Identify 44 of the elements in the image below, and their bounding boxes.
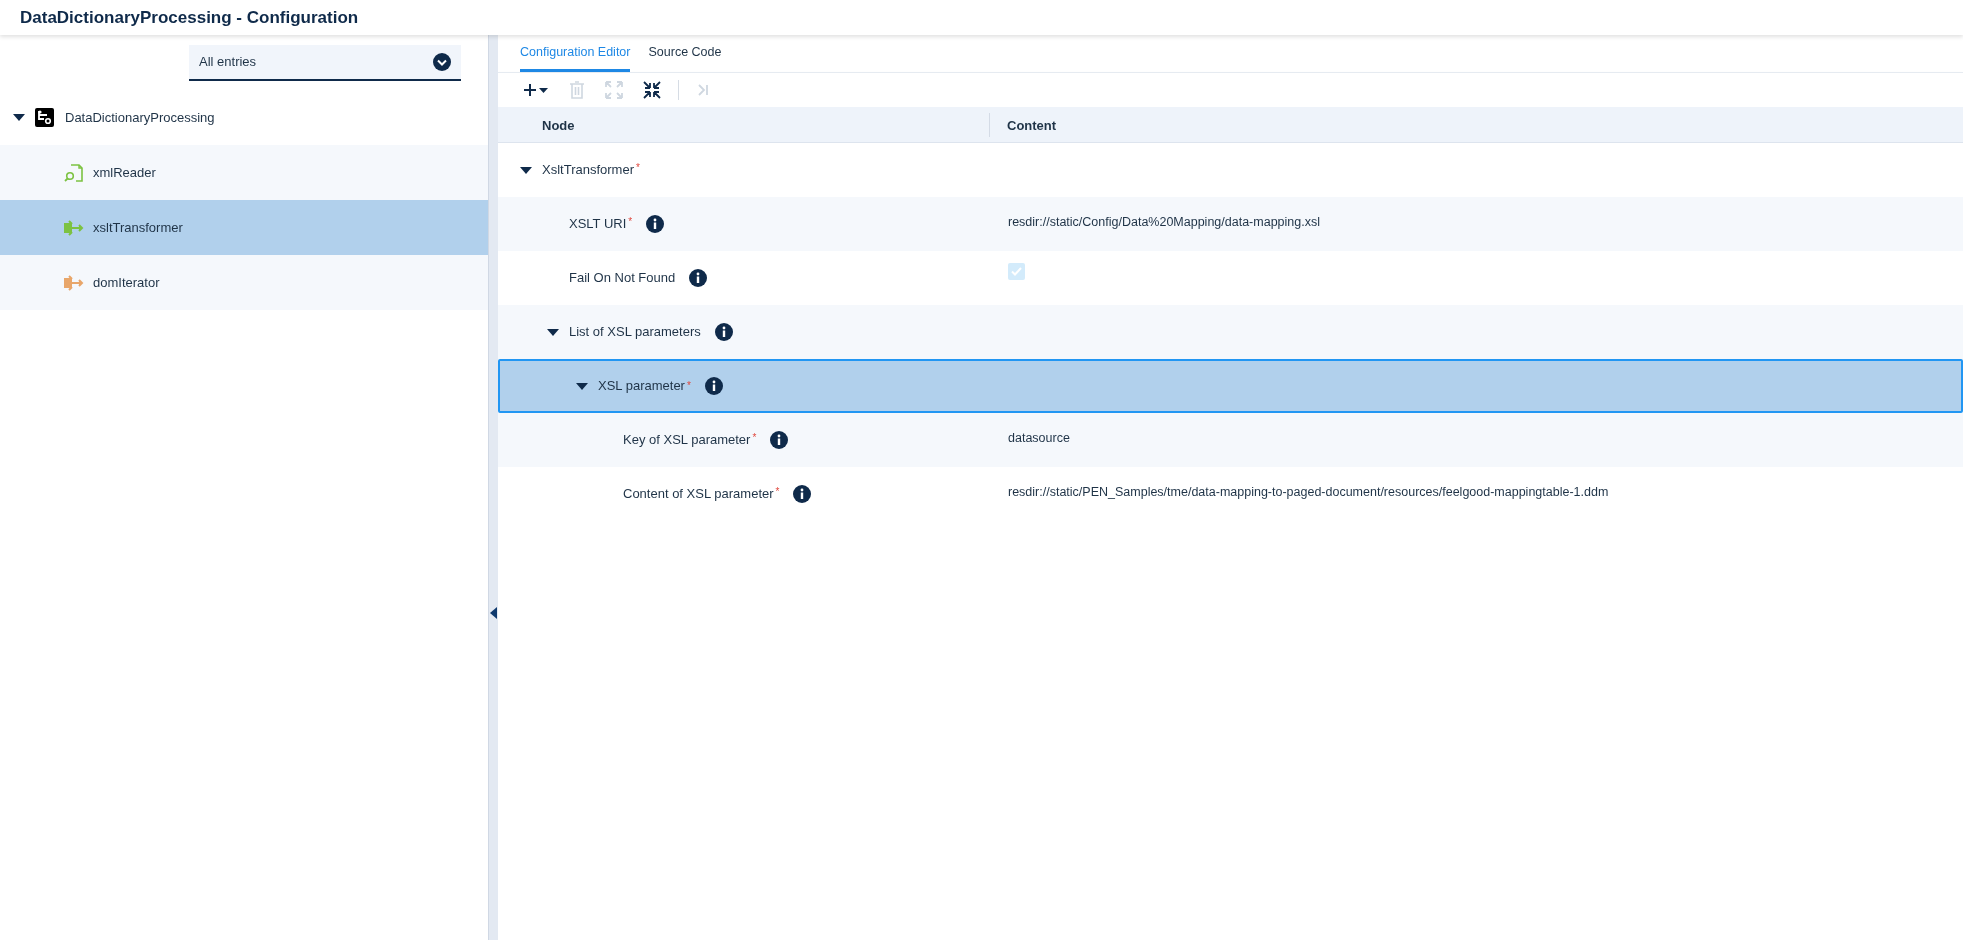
tree-row[interactable]: XSL parameter* (498, 359, 1963, 413)
info-icon[interactable] (704, 377, 723, 395)
split-arrows-icon (64, 217, 84, 238)
window-title: DataDictionaryProcessing - Configuration (20, 6, 359, 29)
column-header: Content (1007, 117, 1057, 133)
info-icon[interactable] (689, 269, 708, 287)
field-value[interactable]: resdir://static/PEN_Samples/tme/data-mapping-to-paged-document/resources/feelgood-mappingtable-1.ddm (1008, 485, 1609, 499)
node-label: XSL parameter (598, 377, 685, 396)
document-search-icon (64, 162, 84, 183)
workflow-icon (35, 108, 54, 127)
node-label: Fail On Not Found (569, 269, 676, 288)
required-marker: * (636, 161, 640, 175)
node-label: Content of XSL parameter (623, 485, 774, 504)
node-label: XSLT URI (569, 215, 627, 234)
split-arrows-icon (64, 272, 84, 293)
info-icon[interactable] (770, 431, 789, 449)
column-header: Node (542, 117, 575, 133)
field-value[interactable]: datasource (1008, 431, 1070, 445)
caret-down-icon[interactable] (520, 166, 532, 174)
required-marker: * (752, 431, 757, 445)
node-label: Key of XSL parameter (623, 431, 751, 450)
required-marker: * (628, 215, 633, 229)
node-label: List of XSL parameters (569, 323, 701, 342)
tree-row[interactable]: List of XSL parameters (498, 305, 1963, 359)
caret-down-icon[interactable] (547, 328, 559, 336)
tab[interactable]: Source Code (648, 39, 722, 72)
tree-row[interactable]: Key of XSL parameter* datasource (498, 413, 1963, 467)
required-marker: * (686, 379, 691, 393)
tree-item[interactable]: xsltTransformer (0, 200, 488, 255)
filter-dropdown[interactable]: All entries (189, 44, 461, 81)
node-label: XsltTransformer (542, 161, 634, 180)
info-icon[interactable] (793, 485, 812, 503)
field-value[interactable]: resdir://static/Config/Data%20Mapping/data-mapping.xsl (1008, 215, 1320, 229)
chevron-down-icon (433, 52, 451, 71)
checkmark-icon (1011, 267, 1022, 276)
info-icon[interactable] (714, 323, 733, 341)
required-marker: * (775, 485, 780, 499)
caret-down-icon[interactable] (576, 382, 588, 390)
tree-row[interactable]: XSLT URI* resdir://static/Config/Data%20Mapping/data-mapping.xsl (498, 197, 1963, 251)
tree-item[interactable]: xmlReader (0, 145, 488, 200)
info-icon[interactable] (646, 215, 665, 233)
caret-down-icon[interactable] (13, 114, 25, 121)
tree-item[interactable]: domIterator (0, 255, 488, 310)
collapse-arrow-icon[interactable] (490, 607, 497, 619)
